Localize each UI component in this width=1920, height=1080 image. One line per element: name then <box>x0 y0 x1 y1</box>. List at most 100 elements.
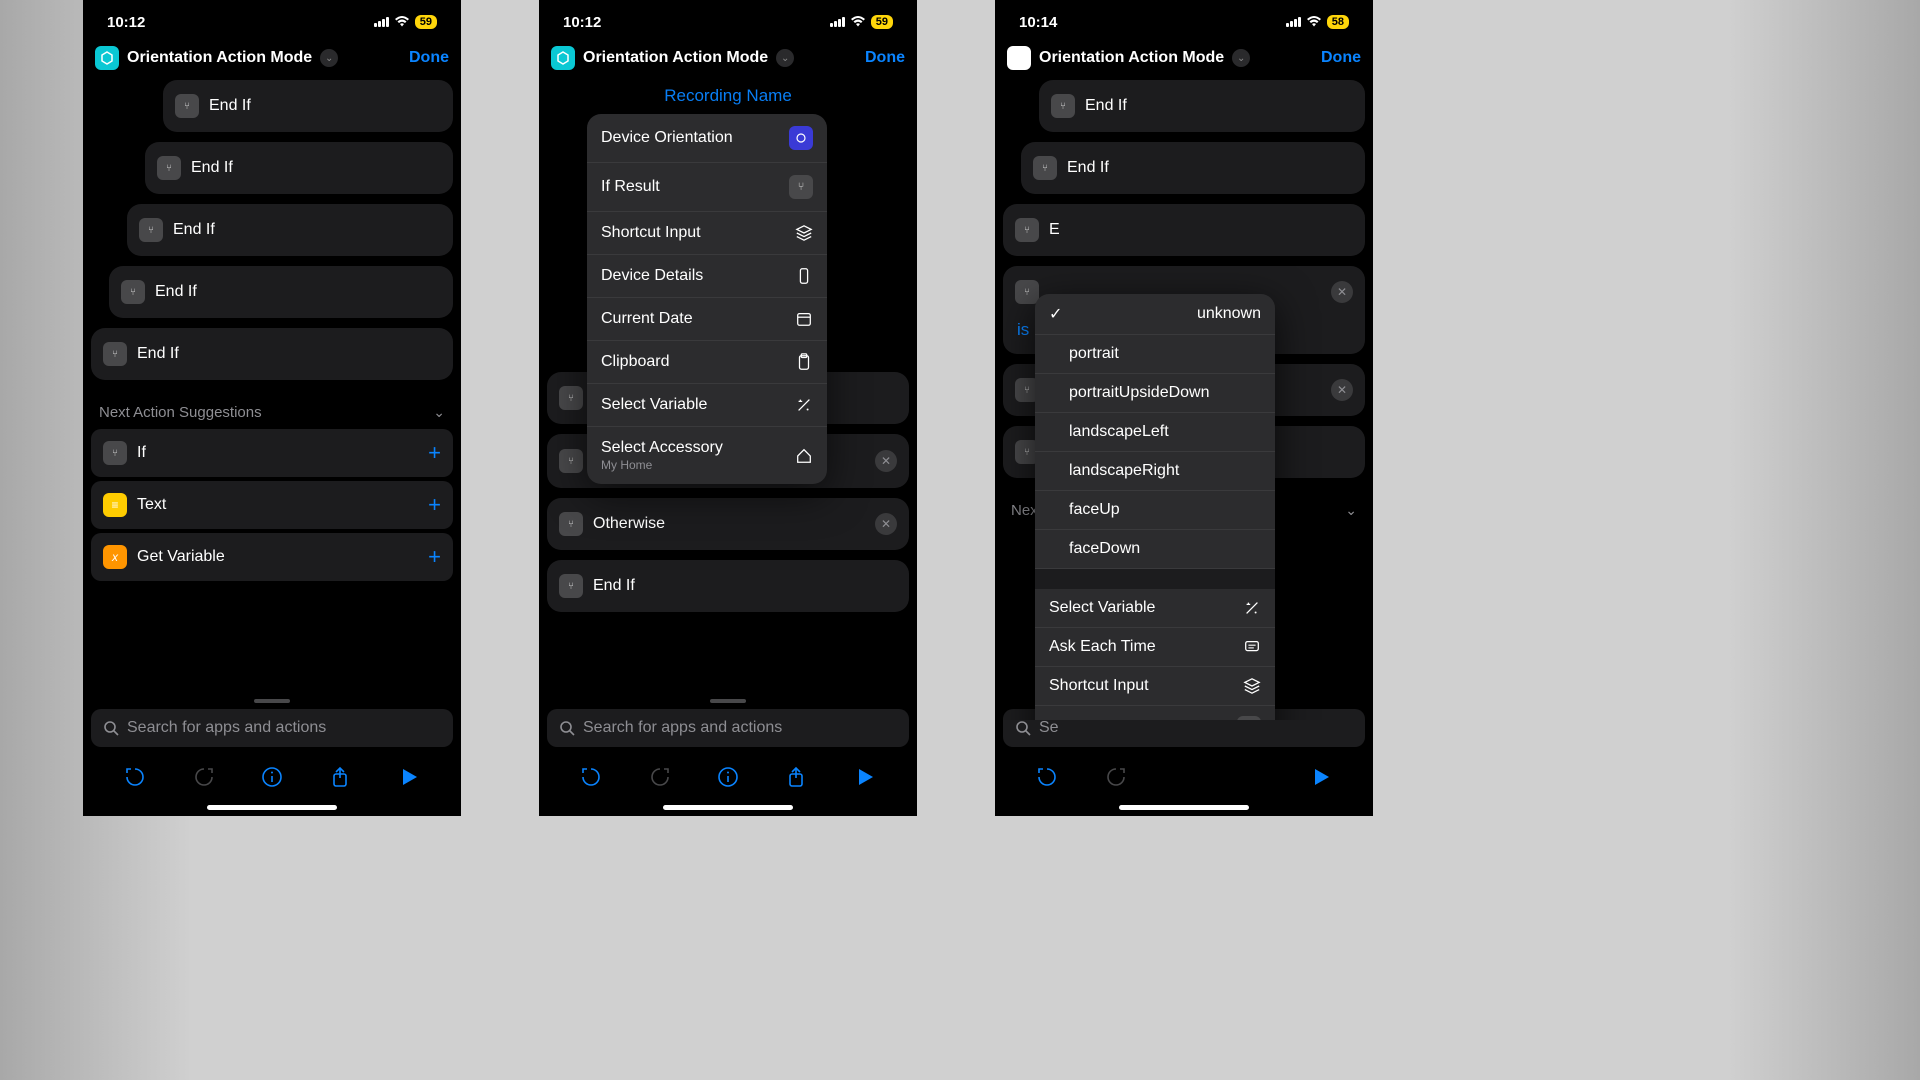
done-button[interactable]: Done <box>409 49 449 67</box>
layers-icon <box>795 224 813 242</box>
remove-action-button[interactable]: ✕ <box>875 513 897 535</box>
shortcut-title[interactable]: Orientation Action Mode <box>127 49 312 67</box>
shortcut-title[interactable]: Orientation Action Mode <box>583 49 768 67</box>
endif-block[interactable]: ⑂End If <box>127 204 453 256</box>
popup-label: If Result <box>1049 719 1108 720</box>
endif-block[interactable]: ⑂End If <box>145 142 453 194</box>
share-button[interactable] <box>326 763 354 791</box>
play-button[interactable] <box>1307 763 1335 791</box>
orientation-option[interactable]: portrait <box>1035 335 1275 374</box>
home-indicator[interactable] <box>1119 805 1249 810</box>
otherwise-block[interactable]: ⑂ Otherwise ✕ <box>547 498 909 550</box>
device-orientation-icon <box>789 126 813 150</box>
endif-block[interactable]: ⑂End If <box>91 328 453 380</box>
scripting-icon: ⑂ <box>559 512 583 536</box>
popup-item[interactable]: Device Orientation <box>587 114 827 163</box>
phone-screen-2: 10:12 59 Orientation Action Mode ⌄ Done … <box>539 0 917 816</box>
status-bar: 10:14 58 <box>995 0 1373 40</box>
drawer-grabber[interactable] <box>710 699 746 703</box>
orientation-option[interactable]: landscapeLeft <box>1035 413 1275 452</box>
share-button[interactable] <box>782 763 810 791</box>
status-time: 10:12 <box>563 14 601 31</box>
info-button[interactable] <box>258 763 286 791</box>
orientation-option[interactable]: faceDown <box>1035 530 1275 569</box>
chevron-down-icon[interactable]: ⌄ <box>1232 49 1250 67</box>
scripting-icon: ⑂ <box>139 218 163 242</box>
chevron-down-icon[interactable]: ⌄ <box>320 49 338 67</box>
popup-item[interactable]: If Result⑂ <box>1035 706 1275 720</box>
popup-item[interactable]: Select AccessoryMy Home <box>587 427 827 484</box>
scripting-icon: ⑂ <box>1051 94 1075 118</box>
popup-item[interactable]: Current Date <box>587 298 827 341</box>
add-suggestion-button[interactable]: + <box>428 544 441 570</box>
wifi-icon <box>850 16 866 28</box>
orientation-option[interactable]: portraitUpsideDown <box>1035 374 1275 413</box>
shortcut-title[interactable]: Orientation Action Mode <box>1039 49 1224 67</box>
search-icon <box>1015 720 1031 736</box>
search-placeholder: Search for apps and actions <box>583 719 782 737</box>
is-condition[interactable]: is <box>1017 320 1029 340</box>
undo-button[interactable] <box>121 763 149 791</box>
chevron-down-icon[interactable]: ⌄ <box>776 49 794 67</box>
suggestions-header[interactable]: Next Action Suggestions ⌄ <box>91 390 453 429</box>
phone-screen-3: 10:14 58 Orientation Action Mode ⌄ Done … <box>995 0 1373 816</box>
search-input[interactable]: Search for apps and actions <box>91 709 453 747</box>
popup-item[interactable]: If Result⑂ <box>587 163 827 212</box>
block-label: End If <box>191 159 233 177</box>
play-button[interactable] <box>395 763 423 791</box>
home-indicator[interactable] <box>207 805 337 810</box>
info-button[interactable] <box>714 763 742 791</box>
endif-block[interactable]: ⑂End If <box>109 266 453 318</box>
endif-block[interactable]: ⑂End If <box>163 80 453 132</box>
remove-action-button[interactable]: ✕ <box>1331 379 1353 401</box>
app-icon[interactable] <box>95 46 119 70</box>
search-icon <box>559 720 575 736</box>
search-input[interactable]: Search for apps and actions <box>547 709 909 747</box>
drawer-grabber[interactable] <box>254 699 290 703</box>
scripting-icon: ⑂ <box>789 175 813 199</box>
home-indicator[interactable] <box>663 805 793 810</box>
done-button[interactable]: Done <box>865 49 905 67</box>
suggestion-row[interactable]: ≡Text+ <box>91 481 453 529</box>
suggestion-row[interactable]: xGet Variable+ <box>91 533 453 581</box>
popup-item[interactable]: Select Variable <box>1035 589 1275 628</box>
scripting-icon: ⑂ <box>175 94 199 118</box>
endif-block[interactable]: ⑂ End If <box>547 560 909 612</box>
app-icon[interactable] <box>551 46 575 70</box>
scripting-icon: ⑂ <box>103 342 127 366</box>
add-suggestion-button[interactable]: + <box>428 440 441 466</box>
popup-item[interactable]: Shortcut Input <box>587 212 827 255</box>
orientation-option[interactable]: faceUp <box>1035 491 1275 530</box>
orientation-option[interactable]: ✓unknown <box>1035 294 1275 335</box>
wifi-icon <box>1306 16 1322 28</box>
chevron-down-icon: ⌄ <box>1345 502 1357 519</box>
undo-button[interactable] <box>1033 763 1061 791</box>
block-label: End If <box>1067 159 1109 177</box>
popup-item[interactable]: Select Variable <box>587 384 827 427</box>
play-button[interactable] <box>851 763 879 791</box>
endif-block[interactable]: ⑂End If <box>1039 80 1365 132</box>
redo-button <box>1102 763 1130 791</box>
option-label: faceUp <box>1069 501 1120 519</box>
popup-item[interactable]: Ask Each Time <box>1035 628 1275 667</box>
variable-icon: x <box>103 545 127 569</box>
popup-item[interactable]: Device Details <box>587 255 827 298</box>
block-label: E <box>1049 221 1060 239</box>
undo-button[interactable] <box>577 763 605 791</box>
search-area: Search for apps and actions <box>83 687 461 816</box>
done-button[interactable]: Done <box>1321 49 1361 67</box>
option-label: landscapeRight <box>1069 462 1179 480</box>
scripting-icon: ⑂ <box>1033 156 1057 180</box>
add-suggestion-button[interactable]: + <box>428 492 441 518</box>
app-icon[interactable] <box>1007 46 1031 70</box>
endif-block[interactable]: ⑂ End If <box>1021 142 1365 194</box>
remove-action-button[interactable]: ✕ <box>1331 281 1353 303</box>
remove-action-button[interactable]: ✕ <box>875 450 897 472</box>
popup-item[interactable]: Shortcut Input <box>1035 667 1275 706</box>
orientation-option[interactable]: landscapeRight <box>1035 452 1275 491</box>
suggestion-row[interactable]: ⑂If+ <box>91 429 453 477</box>
popup-item[interactable]: Clipboard <box>587 341 827 384</box>
action-block[interactable]: ⑂ E <box>1003 204 1365 256</box>
redo-button <box>646 763 674 791</box>
recording-name-field[interactable]: Recording Name <box>547 80 909 112</box>
